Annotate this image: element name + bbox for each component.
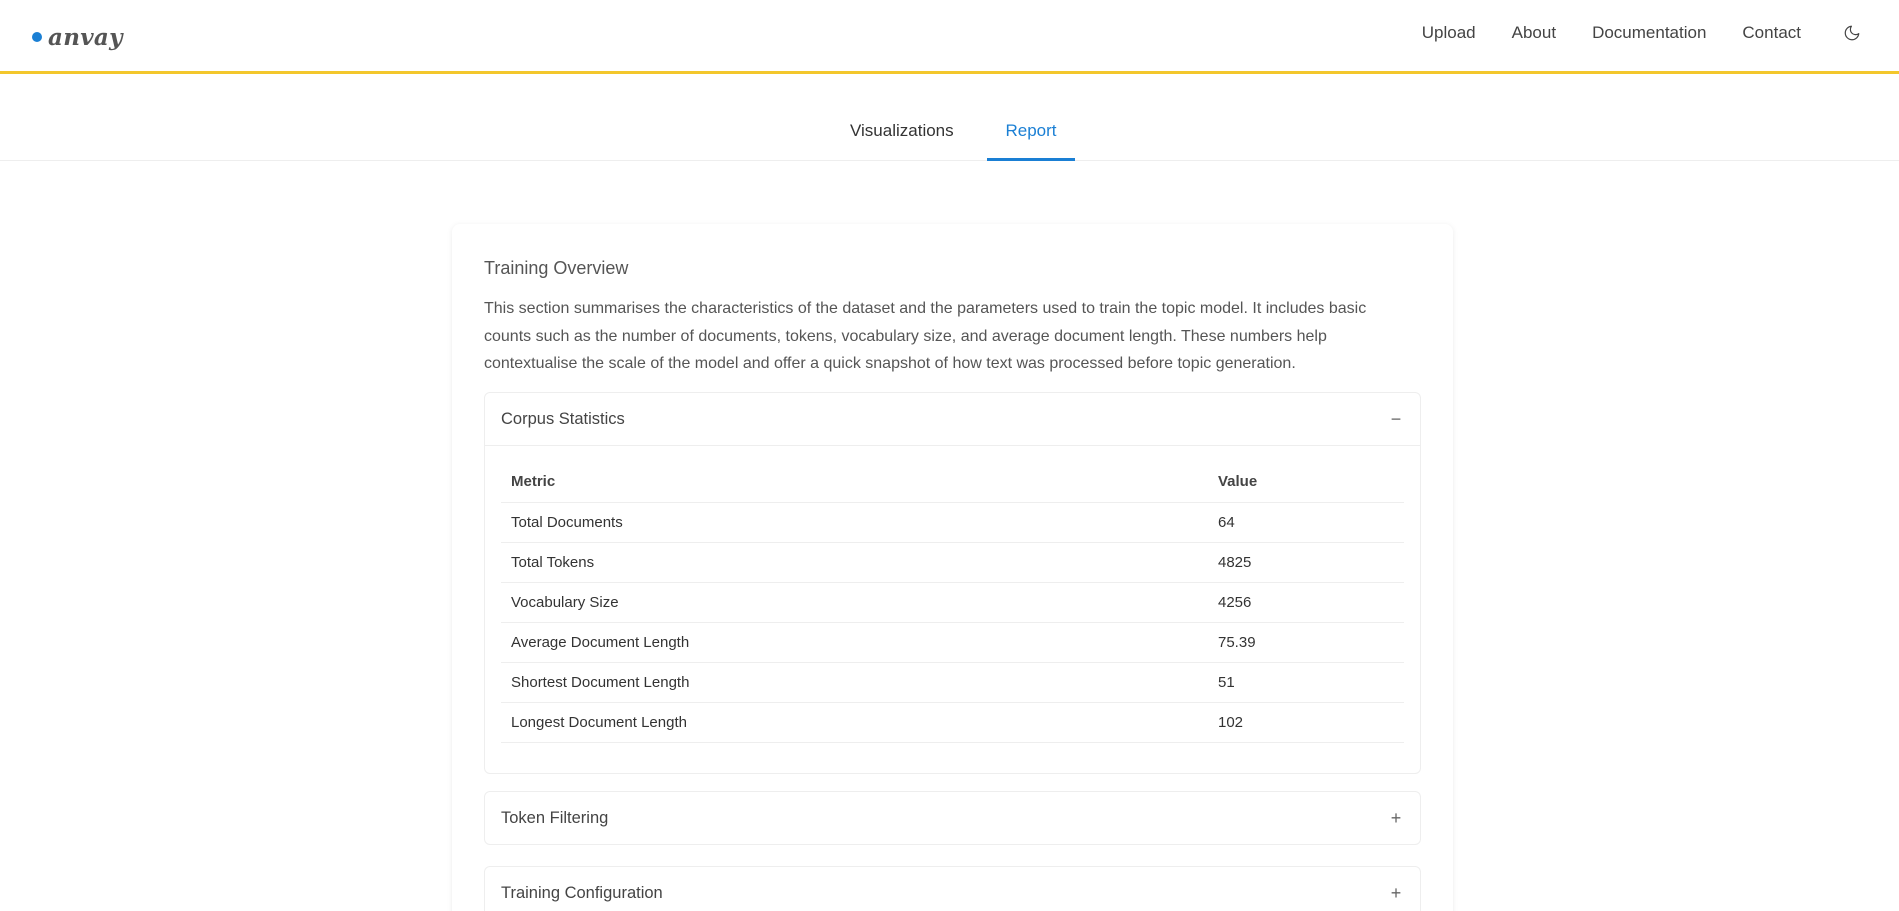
section-title: Training Overview: [484, 258, 629, 278]
main-nav: Upload About Documentation Contact: [1422, 20, 1899, 46]
panel-title: Token Filtering: [501, 808, 609, 827]
nav-link-upload[interactable]: Upload: [1422, 23, 1476, 43]
moon-icon: [1844, 25, 1860, 41]
panel-title: Corpus Statistics: [501, 409, 625, 428]
corpus-statistics-table: Metric Value Total Documents 64 Total To…: [501, 462, 1404, 743]
table-row: Total Documents 64: [501, 502, 1404, 543]
logo-dot-icon: [32, 32, 42, 42]
logo[interactable]: anvay: [32, 22, 123, 52]
value-cell: 4256: [1208, 582, 1404, 623]
table-row: Longest Document Length 102: [501, 702, 1404, 743]
nav-link-documentation[interactable]: Documentation: [1592, 23, 1706, 43]
metric-cell: Average Document Length: [501, 622, 1208, 663]
nav-link-contact[interactable]: Contact: [1742, 23, 1801, 43]
metric-cell: Total Documents: [501, 502, 1208, 543]
nav-link-about[interactable]: About: [1512, 23, 1556, 43]
value-cell: 64: [1208, 502, 1404, 543]
collapse-icon[interactable]: −: [1388, 409, 1404, 430]
report-card: Training Overview This section summarise…: [452, 224, 1453, 911]
theme-toggle-button[interactable]: [1841, 22, 1863, 44]
panel-corpus-statistics: Corpus Statistics − Metric Value Total D…: [484, 392, 1421, 774]
table-row: Average Document Length 75.39: [501, 622, 1404, 663]
panel-body: Metric Value Total Documents 64 Total To…: [485, 445, 1420, 773]
table-header-row: Metric Value: [501, 462, 1404, 503]
value-cell: 75.39: [1208, 622, 1404, 663]
metric-cell: Vocabulary Size: [501, 582, 1208, 623]
metric-cell: Longest Document Length: [501, 702, 1208, 743]
top-navbar: anvay Upload About Documentation Contact: [0, 0, 1899, 74]
panel-training-configuration: Training Configuration +: [484, 866, 1421, 911]
table-row: Vocabulary Size 4256: [501, 582, 1404, 623]
metric-cell: Shortest Document Length: [501, 662, 1208, 703]
expand-icon[interactable]: +: [1388, 808, 1404, 829]
section-description: This section summarises the characterist…: [484, 300, 1367, 372]
value-cell: 4825: [1208, 542, 1404, 583]
tab-report[interactable]: Report: [987, 121, 1075, 161]
logo-text: anvay: [48, 23, 123, 51]
panel-header-corpus-statistics[interactable]: Corpus Statistics −: [485, 393, 1420, 445]
tab-visualizations[interactable]: Visualizations: [850, 121, 954, 161]
panel-header-training-configuration[interactable]: Training Configuration +: [485, 867, 1420, 911]
metric-cell: Total Tokens: [501, 542, 1208, 583]
value-cell: 102: [1208, 702, 1404, 743]
value-cell: 51: [1208, 662, 1404, 703]
column-header-value: Value: [1208, 462, 1404, 503]
column-header-metric: Metric: [501, 462, 1208, 503]
table-row: Total Tokens 4825: [501, 542, 1404, 583]
expand-icon[interactable]: +: [1388, 883, 1404, 904]
panel-title: Training Configuration: [501, 883, 663, 902]
table-row: Shortest Document Length 51: [501, 662, 1404, 703]
panel-header-token-filtering[interactable]: Token Filtering +: [485, 792, 1420, 844]
panel-token-filtering: Token Filtering +: [484, 791, 1421, 845]
view-tabs: Visualizations Report: [0, 77, 1899, 161]
